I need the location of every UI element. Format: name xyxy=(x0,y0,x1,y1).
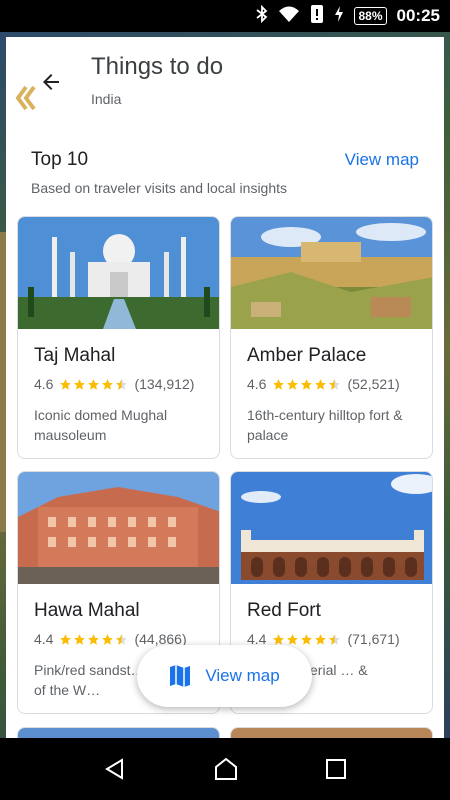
review-count: (52,521) xyxy=(347,376,400,392)
star-icon xyxy=(315,633,327,645)
arrow-back-icon xyxy=(43,74,59,90)
place-photo xyxy=(18,472,219,584)
view-map-button[interactable]: View map xyxy=(137,645,312,707)
rating-value: 4.4 xyxy=(34,631,54,647)
recents-square-icon[interactable] xyxy=(325,758,347,780)
charging-icon xyxy=(334,5,344,27)
star-icon xyxy=(287,633,299,645)
page-subtitle: India xyxy=(91,91,122,107)
rating-value: 4.6 xyxy=(247,376,267,392)
page-title: Things to do xyxy=(91,53,224,80)
battery-level: 88% xyxy=(354,7,387,25)
star-icon xyxy=(60,633,72,645)
review-count: (134,912) xyxy=(134,376,195,392)
star-icon xyxy=(301,378,313,390)
place-name: Amber Palace xyxy=(247,345,367,366)
section-title: Top 10 xyxy=(31,149,89,170)
star-rating xyxy=(59,378,128,391)
place-card-amber-palace[interactable]: Amber Palace 4.6 (52,521) 16th-century h… xyxy=(230,216,433,459)
rating-row: 4.6 (134,912) xyxy=(34,376,194,392)
top-10-section-header: Top 10 View map Based on traveler visits… xyxy=(6,147,444,207)
things-to-do-panel: Things to do India Top 10 View map Based… xyxy=(6,37,444,738)
place-description: 16th-century hilltop fort & palace xyxy=(247,407,403,443)
star-rating xyxy=(272,378,341,391)
star-rating xyxy=(59,633,128,646)
star-rating xyxy=(272,633,341,646)
place-name: Hawa Mahal xyxy=(34,600,140,621)
system-nav-bar xyxy=(0,738,450,800)
place-card-partial[interactable] xyxy=(17,727,220,738)
star-icon xyxy=(287,378,299,390)
wifi-icon xyxy=(278,5,300,27)
rating-row: 4.6 (52,521) xyxy=(247,376,400,392)
star-icon xyxy=(74,378,86,390)
rating-value: 4.6 xyxy=(34,376,54,392)
clock: 00:25 xyxy=(396,6,440,25)
star-icon xyxy=(60,378,72,390)
star-icon xyxy=(102,378,114,390)
place-photo xyxy=(231,217,432,329)
alert-icon xyxy=(310,4,324,28)
star-icon xyxy=(102,633,114,645)
star-icon xyxy=(315,378,327,390)
header: Things to do India xyxy=(6,37,444,129)
place-description: Iconic domed Mughal mausoleum xyxy=(34,407,168,443)
star-icon xyxy=(88,633,100,645)
half-star-icon xyxy=(329,633,341,645)
place-photo xyxy=(231,472,432,584)
half-star-icon xyxy=(329,378,341,390)
place-card-taj-mahal[interactable]: Taj Mahal 4.6 (134,912) Iconic domed Mug… xyxy=(17,216,220,459)
place-card-partial[interactable] xyxy=(230,727,433,738)
star-icon xyxy=(74,633,86,645)
view-map-link[interactable]: View map xyxy=(345,150,419,170)
half-star-icon xyxy=(116,633,128,645)
star-icon xyxy=(273,633,285,645)
home-circle-icon[interactable] xyxy=(213,756,239,782)
map-icon xyxy=(170,665,191,687)
view-map-label: View map xyxy=(205,666,280,685)
back-triangle-icon[interactable] xyxy=(103,757,127,781)
bluetooth-icon xyxy=(256,4,268,27)
status-bar: 88% 00:25 xyxy=(0,0,450,32)
half-star-icon xyxy=(116,378,128,390)
place-name: Red Fort xyxy=(247,600,321,621)
place-name: Taj Mahal xyxy=(34,345,116,366)
star-icon xyxy=(88,378,100,390)
place-photo xyxy=(18,217,219,329)
star-icon xyxy=(273,378,285,390)
star-icon xyxy=(301,633,313,645)
collapse-chevron-icon[interactable] xyxy=(10,84,40,114)
review-count: (71,671) xyxy=(347,631,400,647)
section-subtitle: Based on traveler visits and local insig… xyxy=(31,180,288,196)
